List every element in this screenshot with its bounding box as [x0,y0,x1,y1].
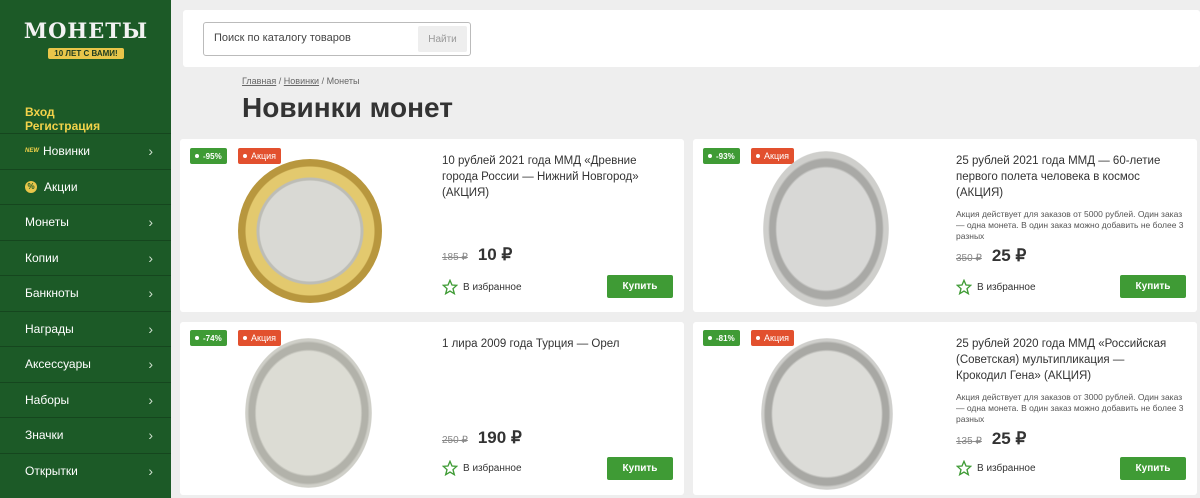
star-icon [442,460,458,476]
register-link[interactable]: Регистрация [25,119,100,133]
sidebar-item-label: Банкноты [25,286,79,301]
page-title: Новинки монет [242,92,453,123]
product-title[interactable]: 25 рублей 2020 года ММД «Российская (Сов… [956,336,1174,384]
sidebar-item-label: Открытки [25,463,78,478]
old-price: 250 ₽ [442,435,468,446]
sidebar-item-label: Монеты [25,215,69,230]
star-icon [956,460,972,476]
sidebar: МОНЕТЫ 10 ЛЕТ С ВАМИ! Вход Регистрация N… [0,0,171,498]
coin-image[interactable] [238,159,382,303]
old-price: 185 ₽ [442,252,468,263]
chevron-right-icon: › [148,391,153,408]
search-button[interactable]: Найти [418,26,467,52]
price-block: 250 ₽ 190 ₽ [442,428,522,448]
chevron-right-icon: › [148,143,153,160]
sidebar-item-label: Акции [44,179,78,194]
breadcrumb-current: Монеты [326,76,360,86]
sidebar-item-coins[interactable]: Монеты › [0,204,171,240]
sale-badge: Акция [238,148,281,164]
chevron-right-icon: › [148,356,153,373]
sidebar-item-sales[interactable]: % Акции [0,168,171,205]
price-block: 135 ₽ 25 ₽ [956,429,1026,449]
sidebar-item-label: Наборы [25,392,70,407]
sidebar-item-label: Аксессуары [25,357,91,372]
sale-badge: Акция [751,330,794,346]
sidebar-item-accessories[interactable]: Аксессуары › [0,346,171,382]
sidebar-item-label: Значки [25,428,64,443]
promo-note: Акция действует для заказов от 5000 рубл… [956,209,1184,241]
favorite-button[interactable]: В избранное [956,460,1036,476]
auth-links: Вход Регистрация [25,105,171,133]
old-price: 135 ₽ [956,436,982,447]
buy-button[interactable]: Купить [607,457,673,480]
current-price: 25 ₽ [991,246,1027,265]
favorite-button[interactable]: В избранное [442,460,522,476]
coin-image[interactable] [245,338,372,488]
logo-title: МОНЕТЫ [23,18,149,43]
favorite-button[interactable]: В избранное [956,279,1036,295]
buy-button[interactable]: Купить [607,275,673,298]
sidebar-item-awards[interactable]: Награды › [0,310,171,347]
chevron-right-icon: › [148,214,153,231]
search-box: Найти [203,22,471,56]
product-card: -95% Акция 10 рублей 2021 года ММД «Древ… [180,139,684,312]
chevron-right-icon: › [148,249,153,266]
sidebar-item-banknotes[interactable]: Банкноты › [0,275,171,311]
breadcrumb-news[interactable]: Новинки [284,76,319,86]
current-price: 25 ₽ [991,429,1027,448]
sidebar-item-badges[interactable]: Значки › [0,417,171,453]
product-title[interactable]: 10 рублей 2021 года ММД «Древние города … [442,153,657,201]
login-link[interactable]: Вход [25,105,55,119]
star-icon [442,279,458,295]
discount-badge: -74% [190,330,227,346]
coin-image[interactable] [761,338,893,490]
sale-badge: Акция [751,148,794,164]
product-card: -93% Акция 25 рублей 2021 года ММД — 60-… [693,139,1197,312]
promo-note: Акция действует для заказов от 3000 рубл… [956,392,1184,424]
discount-badge: -95% [190,148,227,164]
sale-badge: Акция [238,330,281,346]
current-price: 10 ₽ [477,245,513,264]
search-input[interactable] [214,32,414,44]
discount-badge: -81% [703,330,740,346]
breadcrumb-home[interactable]: Главная [242,76,276,86]
chevron-right-icon: › [148,285,153,302]
coin-image[interactable] [763,151,889,307]
favorite-button[interactable]: В избранное [442,279,522,295]
new-icon: NEW [25,148,39,155]
current-price: 190 ₽ [477,428,522,447]
chevron-right-icon: › [148,462,153,479]
sidebar-item-label: Новинки [43,144,90,159]
product-card: -81% Акция 25 рублей 2020 года ММД «Росс… [693,322,1197,495]
chevron-right-icon: › [148,427,153,444]
product-title[interactable]: 1 лира 2009 года Турция — Орел [442,336,662,352]
sidebar-item-label: Награды [25,321,74,336]
sidebar-item-postcards[interactable]: Открытки › [0,452,171,489]
sidebar-item-new[interactable]: NEW Новинки › [0,133,171,169]
chevron-right-icon: › [148,320,153,337]
header: Найти [183,10,1200,67]
breadcrumb: Главная / Новинки / Монеты [242,76,359,86]
buy-button[interactable]: Купить [1120,275,1186,298]
logo-subtitle: 10 ЛЕТ С ВАМИ! [48,48,124,59]
old-price: 350 ₽ [956,253,982,264]
sidebar-item-label: Копии [25,250,59,265]
discount-badge: -93% [703,148,740,164]
buy-button[interactable]: Купить [1120,457,1186,480]
site-logo[interactable]: МОНЕТЫ 10 ЛЕТ С ВАМИ! [20,18,152,68]
sidebar-item-sets[interactable]: Наборы › [0,381,171,418]
product-title[interactable]: 25 рублей 2021 года ММД — 60-летие перво… [956,153,1161,201]
product-card: -74% Акция 1 лира 2009 года Турция — Оре… [180,322,684,495]
percent-icon: % [25,180,37,193]
price-block: 350 ₽ 25 ₽ [956,246,1026,266]
star-icon [956,279,972,295]
sidebar-nav: NEW Новинки › % Акции Монеты › Копии › Б… [0,133,171,488]
sidebar-item-copies[interactable]: Копии › [0,239,171,276]
price-block: 185 ₽ 10 ₽ [442,245,512,265]
